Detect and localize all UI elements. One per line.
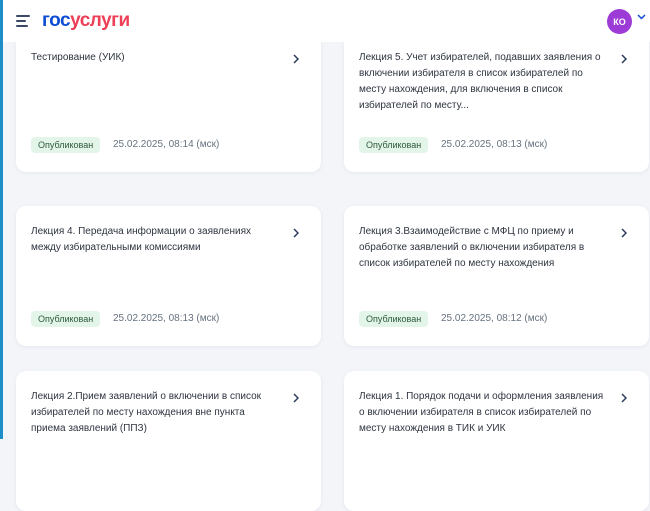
status-badge: Опубликован [31, 311, 101, 327]
card-date: 25.02.2025, 08:12 (мск) [441, 313, 548, 324]
chevron-right-icon [621, 393, 627, 403]
chevron-right-icon [293, 54, 299, 64]
menu-icon[interactable] [16, 12, 30, 30]
card-lecture-2[interactable]: Лекция 2.Прием заявлений о включении в с… [16, 371, 321, 511]
logo-part-gos: гос [42, 10, 71, 31]
status-badge: Опубликован [359, 137, 429, 153]
card-title: Тестирование (УИК) [31, 52, 125, 63]
card-lecture-5[interactable]: Лекция 5. Учет избирателей, подавших зая… [344, 32, 649, 172]
card-lecture-3[interactable]: Лекция 3.Взаимодействие с МФЦ по приему … [344, 206, 649, 346]
top-header: госуслуги КО [3, 0, 650, 42]
gosuslugi-logo[interactable]: госуслуги [42, 10, 130, 32]
chevron-right-icon [621, 228, 627, 238]
card-lecture-1[interactable]: Лекция 1. Порядок подачи и оформления за… [344, 371, 649, 511]
chevron-right-icon [293, 228, 299, 238]
logo-part-uslugi: услуги [70, 10, 130, 31]
card-testing[interactable]: Тестирование (УИК) Опубликован 25.02.202… [16, 32, 321, 172]
card-title: Лекция 2.Прием заявлений о включении в с… [31, 391, 262, 434]
status-badge: Опубликован [359, 311, 429, 327]
card-date: 25.02.2025, 08:13 (мск) [113, 313, 220, 324]
card-title: Лекция 5. Учет избирателей, подавших зая… [359, 52, 601, 111]
card-title: Лекция 4. Передача информации о заявлени… [31, 226, 251, 253]
left-edge-bar [0, 0, 3, 439]
chevron-right-icon [293, 393, 299, 403]
chevron-down-icon[interactable] [637, 14, 646, 20]
card-lecture-4[interactable]: Лекция 4. Передача информации о заявлени… [16, 206, 321, 346]
card-date: 25.02.2025, 08:13 (мск) [441, 139, 548, 150]
card-date: 25.02.2025, 08:14 (мск) [113, 139, 220, 150]
card-title: Лекция 1. Порядок подачи и оформления за… [359, 391, 604, 434]
status-badge: Опубликован [31, 137, 101, 153]
card-title: Лекция 3.Взаимодействие с МФЦ по приему … [359, 226, 585, 269]
avatar[interactable]: КО [607, 9, 632, 34]
chevron-right-icon [621, 54, 627, 64]
